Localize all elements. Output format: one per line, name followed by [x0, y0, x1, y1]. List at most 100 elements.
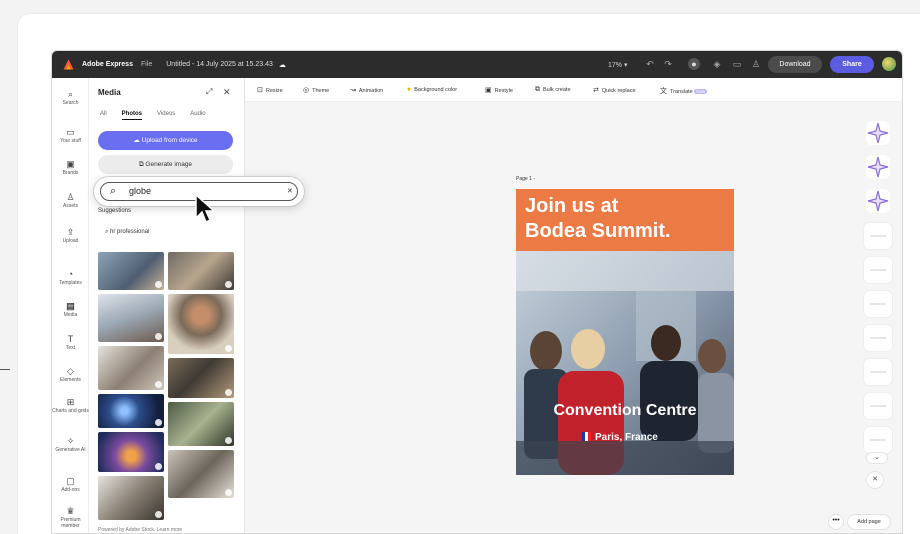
- photo-grid: [98, 252, 238, 532]
- redo-icon[interactable]: ↷: [662, 58, 674, 70]
- page-slot[interactable]: [864, 291, 892, 317]
- media-icon: ▤: [66, 301, 75, 311]
- generate-image-button[interactable]: ⧉ Generate image: [98, 155, 233, 174]
- toolbar-animation[interactable]: ↝ Animation: [350, 86, 383, 94]
- rail-label: Upload: [62, 238, 79, 244]
- suggestion-item[interactable]: ⌕ hr professional: [105, 229, 149, 236]
- folder-icon: ▭: [66, 127, 75, 137]
- grid-icon: ⊞: [66, 397, 75, 407]
- city-text[interactable]: Paris, France: [582, 432, 658, 443]
- page-slot[interactable]: [864, 393, 892, 419]
- photo-thumbnail[interactable]: [98, 394, 164, 428]
- rail-label: Brands: [62, 170, 79, 176]
- clear-icon[interactable]: ✕: [287, 187, 293, 195]
- sparkle-icon[interactable]: [866, 189, 890, 213]
- rail-item-charts[interactable]: ⊞ Charts and grids: [52, 396, 89, 414]
- rail-item-addons[interactable]: ▢ Add-ons: [52, 475, 89, 493]
- rail-item-generative-ai[interactable]: ✧ Generative AI: [52, 435, 89, 453]
- comment-icon[interactable]: ▭: [731, 58, 743, 70]
- people-icon: ♙: [66, 192, 75, 202]
- canvas-area[interactable]: Page 1 - Join us at Bodea Summit. Conven…: [245, 102, 902, 533]
- avatar[interactable]: [882, 57, 896, 71]
- rail-label: Templates: [59, 280, 82, 286]
- zoom-level[interactable]: 17% ▾: [608, 61, 627, 69]
- rail-item-upload[interactable]: ⇪ Upload: [52, 226, 89, 244]
- rail-label: Your stuff: [60, 138, 81, 144]
- undo-icon[interactable]: ↶: [644, 58, 656, 70]
- toolbar-label: Bulk create: [543, 87, 571, 93]
- toolbar-label: Background color: [414, 87, 458, 93]
- user-icon[interactable]: ♙: [750, 58, 762, 70]
- rail-item-media[interactable]: ▤ Media: [52, 300, 89, 318]
- toolbar-translate[interactable]: 文 Translate New: [660, 86, 708, 96]
- upload-icon: ⇪: [66, 227, 75, 237]
- rail-item-templates[interactable]: ◔ Templates: [52, 268, 89, 286]
- toolbar-bulk-create[interactable]: ⧉ Bulk create: [535, 86, 571, 94]
- toolbar-resize[interactable]: ⊡ Resize: [257, 86, 283, 94]
- share-button[interactable]: Share: [830, 56, 874, 73]
- toolbar-theme[interactable]: ◎ Theme: [303, 86, 329, 94]
- photo-thumbnail[interactable]: [98, 476, 164, 520]
- toolbar-quick-replace[interactable]: ⇄ Quick replace: [593, 86, 636, 94]
- toolbar-label: Animation: [358, 88, 384, 94]
- venue-text[interactable]: Convention Centre: [516, 402, 734, 420]
- translate-icon: 文: [660, 88, 667, 95]
- chevron-down-icon[interactable]: ⌄: [867, 453, 887, 463]
- canvas-toolbar: ⊡ Resize ◎ Theme ↝ Animation ● Background co…: [245, 78, 902, 102]
- photo-thumbnail[interactable]: [168, 358, 234, 398]
- close-icon[interactable]: ✕: [867, 472, 883, 488]
- panel-title: Media: [98, 88, 121, 97]
- close-icon[interactable]: ✕: [223, 87, 231, 98]
- powered-by-text[interactable]: Powered by Adobe Stock. Learn more: [98, 527, 182, 533]
- more-options-button[interactable]: •••: [829, 515, 843, 529]
- poster-page[interactable]: Join us at Bodea Summit. Convention Cent…: [516, 189, 734, 475]
- photo-thumbnail[interactable]: [168, 450, 234, 498]
- toolbar-restyle[interactable]: ▣ Restyle: [485, 86, 513, 94]
- page-slot[interactable]: [864, 257, 892, 283]
- suggestion-label: hr professional: [110, 229, 150, 235]
- photo-thumbnail[interactable]: [168, 402, 234, 446]
- document-title[interactable]: Untitled - 14 July 2025 at 15.23.43: [166, 61, 273, 68]
- photo-thumbnail[interactable]: [168, 252, 234, 290]
- add-page-button[interactable]: Add page: [848, 515, 890, 529]
- rail-item-text[interactable]: T Text: [52, 333, 89, 351]
- collaborator-icon[interactable]: ●: [688, 58, 700, 70]
- tab-videos[interactable]: Videos: [157, 111, 175, 120]
- toolbar-label: Quick replace: [601, 88, 636, 94]
- tab-audio[interactable]: Audio: [190, 111, 205, 120]
- upload-label: Upload from device: [141, 137, 198, 144]
- expand-icon[interactable]: ⤢: [206, 87, 212, 97]
- addons-icon: ▢: [66, 476, 75, 486]
- photo-thumbnail[interactable]: [98, 432, 164, 472]
- page-slot[interactable]: [864, 325, 892, 351]
- rail-item-search[interactable]: ⌕ Search: [52, 88, 89, 106]
- file-menu[interactable]: File: [141, 61, 152, 68]
- location-icon[interactable]: ◈: [711, 58, 723, 70]
- rail-item-your-stuff[interactable]: ▭ Your stuff: [52, 126, 89, 144]
- france-flag-icon: [582, 432, 591, 441]
- toolbar-background-color[interactable]: ● Background color: [407, 86, 457, 93]
- toolbar-label: Translate: [670, 89, 693, 95]
- sparkle-icon[interactable]: [866, 155, 890, 179]
- suggestions-heading: Suggestions: [98, 208, 132, 214]
- rail-label: Media: [63, 312, 78, 318]
- rail-item-assets[interactable]: ♙ Assets: [52, 191, 89, 209]
- adobe-express-logo-icon[interactable]: [62, 58, 75, 71]
- upload-from-device-button[interactable]: ☁ Upload from device: [98, 131, 233, 150]
- tab-all[interactable]: All: [100, 111, 107, 120]
- rail-item-elements[interactable]: ◇ Elements: [52, 365, 89, 383]
- download-button[interactable]: Download: [768, 56, 822, 73]
- photo-thumbnail[interactable]: [98, 294, 164, 342]
- rail-item-brands[interactable]: ▣ Brands: [52, 158, 89, 176]
- cloud-sync-icon: ☁: [278, 61, 286, 69]
- page-slot[interactable]: [864, 427, 892, 453]
- photo-thumbnail[interactable]: [98, 252, 164, 290]
- rail-item-premium[interactable]: ♛ Premium member: [52, 505, 89, 529]
- poster-headline[interactable]: Join us at Bodea Summit.: [525, 194, 671, 244]
- tab-photos[interactable]: Photos: [121, 111, 143, 120]
- photo-thumbnail[interactable]: [168, 294, 234, 354]
- page-slot[interactable]: [864, 359, 892, 385]
- page-slot[interactable]: [864, 223, 892, 249]
- sparkle-icon[interactable]: [866, 121, 890, 145]
- photo-thumbnail[interactable]: [98, 346, 164, 390]
